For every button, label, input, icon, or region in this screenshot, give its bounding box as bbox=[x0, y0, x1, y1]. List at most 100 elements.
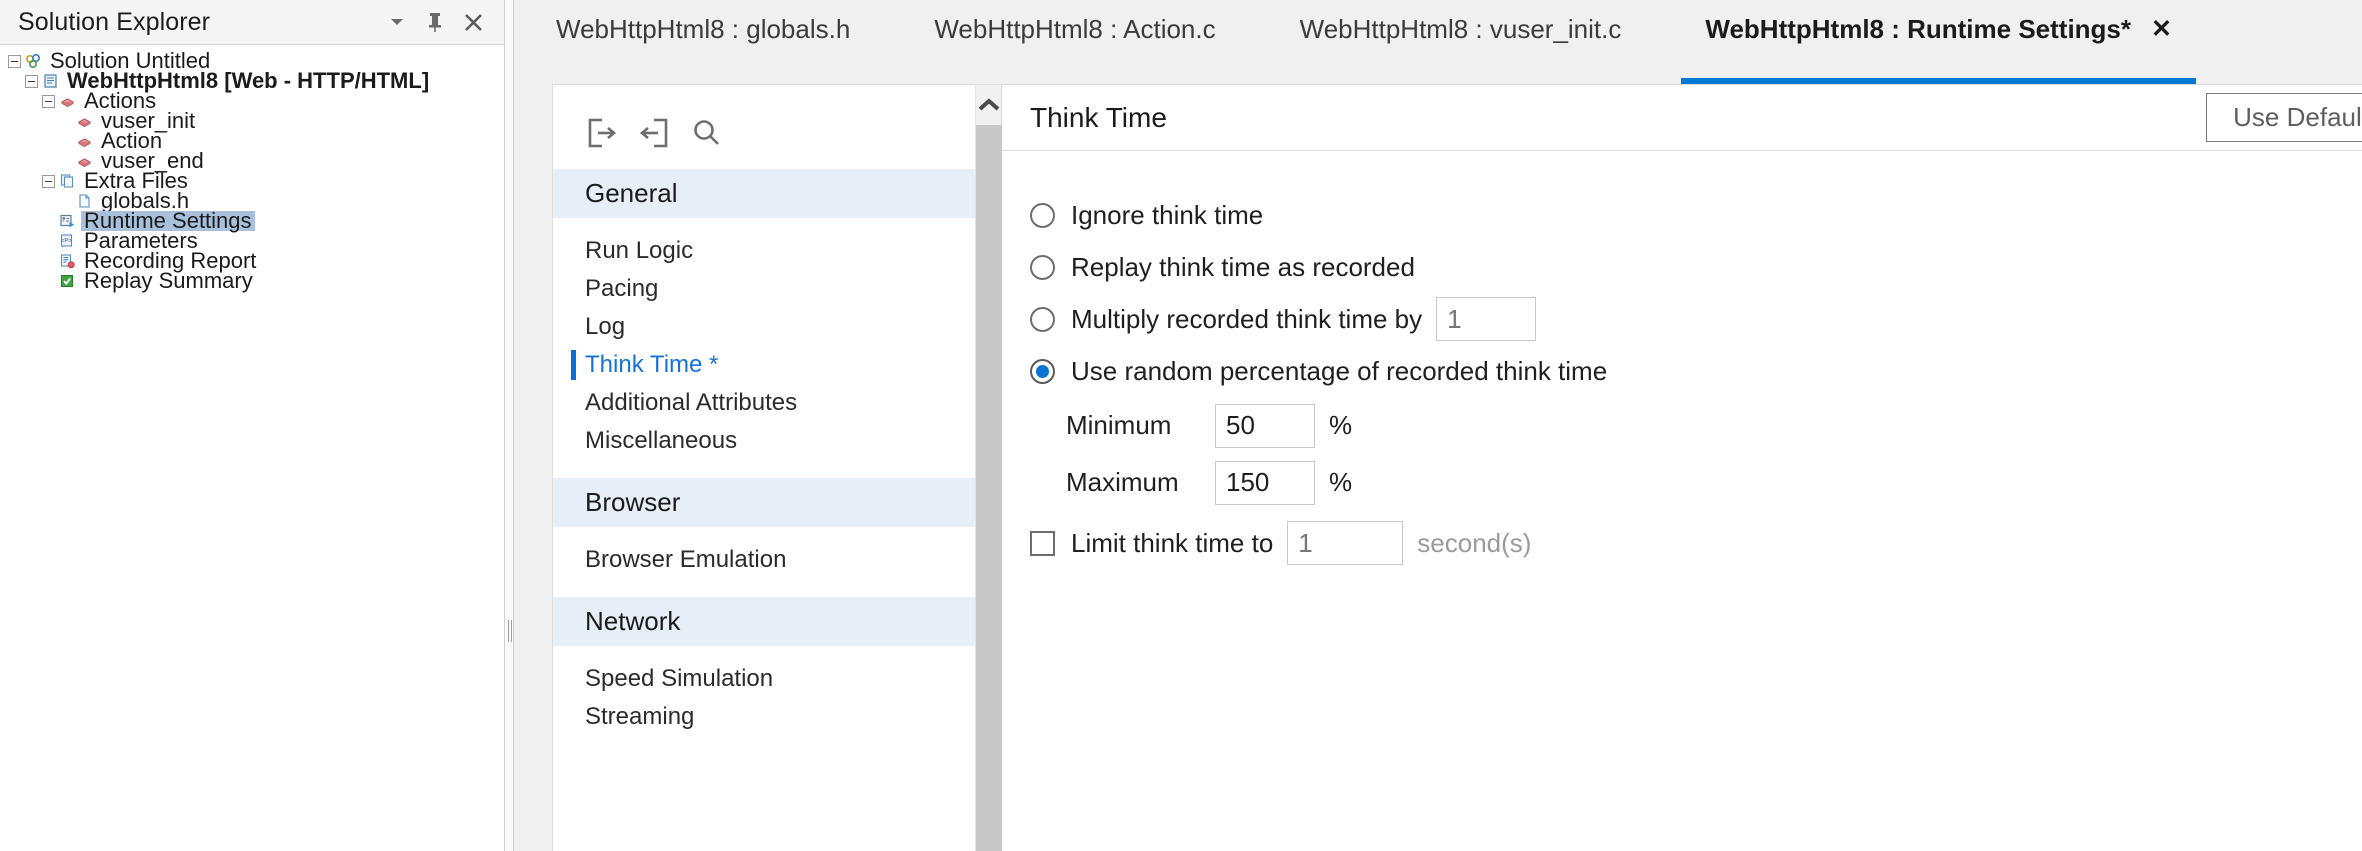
editor-tab-bar[interactable]: WebHttpHtml8 : globals.h WebHttpHtml8 : A… bbox=[514, 0, 2362, 85]
application-window: Solution Explorer Solution Untitled WebH… bbox=[0, 0, 2362, 851]
pane-header: Think Time Use Defaults bbox=[1002, 85, 2362, 151]
settings-nav-gap bbox=[553, 579, 1001, 597]
search-icon[interactable] bbox=[689, 116, 723, 150]
solution-tree[interactable]: Solution Untitled WebHttpHtml8 [Web - HTT… bbox=[0, 45, 504, 293]
tree-item-label: Replay Summary bbox=[84, 268, 253, 293]
splitter-grip-icon[interactable] bbox=[508, 620, 512, 642]
file-icon bbox=[76, 193, 93, 209]
replay-summary-icon bbox=[59, 273, 76, 289]
solution-explorer-panel: Solution Explorer Solution Untitled WebH… bbox=[0, 0, 505, 851]
tree-item[interactable]: Extra Files bbox=[0, 170, 504, 192]
tree-expander-collapse-icon[interactable] bbox=[42, 94, 55, 108]
script-icon bbox=[42, 73, 59, 89]
editor-tab-label: WebHttpHtml8 : globals.h bbox=[556, 14, 851, 44]
use-defaults-button[interactable]: Use Defaults bbox=[2206, 93, 2362, 142]
option-multiply-think-time[interactable]: Multiply recorded think time by bbox=[1030, 293, 2362, 345]
settings-nav-item[interactable]: Browser Emulation bbox=[553, 541, 1001, 579]
tree-item[interactable]: WebHttpHtml8 [Web - HTTP/HTML] bbox=[0, 70, 504, 92]
option-ignore-think-time[interactable]: Ignore think time bbox=[1030, 189, 2362, 241]
action-block-icon bbox=[76, 113, 93, 129]
tree-item[interactable]: Replay Summary bbox=[0, 268, 504, 293]
editor-tab[interactable]: WebHttpHtml8 : vuser_init.c bbox=[1258, 0, 1664, 85]
close-icon[interactable] bbox=[463, 12, 484, 33]
tree-expander-collapse-icon[interactable] bbox=[8, 54, 21, 68]
settings-nav-column: General Run Logic Pacing Log Think Time * Add… bbox=[553, 85, 1002, 851]
option-label: Ignore think time bbox=[1071, 199, 1264, 230]
extra-files-icon bbox=[59, 173, 76, 189]
limit-think-time-checkbox[interactable] bbox=[1030, 530, 1055, 556]
tree-item[interactable]: Action bbox=[0, 130, 504, 152]
settings-nav-scrollbar[interactable] bbox=[975, 85, 1002, 851]
pane-title: Think Time bbox=[1030, 101, 1167, 133]
maximum-label: Maximum bbox=[1066, 467, 1179, 497]
settings-nav-item[interactable]: Think Time * bbox=[553, 346, 1001, 384]
option-replay-as-recorded[interactable]: Replay think time as recorded bbox=[1030, 241, 2362, 293]
settings-nav-group[interactable]: Network bbox=[553, 597, 1001, 646]
scroll-up-chevron-icon[interactable] bbox=[976, 85, 1001, 125]
import-icon[interactable] bbox=[637, 116, 671, 150]
tab-close-icon[interactable]: ✕ bbox=[2151, 17, 2172, 42]
settings-nav-item[interactable]: Speed Simulation bbox=[553, 660, 1001, 698]
option-random-percentage[interactable]: Use random percentage of recorded think … bbox=[1030, 345, 2362, 397]
tree-item[interactable]: vuser_init bbox=[0, 110, 504, 132]
tree-expander-collapse-icon[interactable] bbox=[42, 174, 55, 188]
parameters-icon: <P> bbox=[59, 233, 76, 249]
settings-nav-item[interactable]: Log bbox=[553, 308, 1001, 346]
settings-nav-item[interactable]: Run Logic bbox=[553, 232, 1001, 270]
limit-think-time-label: Limit think time to bbox=[1071, 527, 1274, 558]
settings-nav-toolbar bbox=[553, 109, 1001, 157]
action-block-icon bbox=[76, 133, 93, 149]
radio-random-percentage[interactable] bbox=[1030, 358, 1055, 384]
svg-text:<P>: <P> bbox=[61, 239, 73, 245]
actions-icon bbox=[59, 93, 76, 109]
panel-header-icons bbox=[387, 11, 490, 33]
editor-tab-label: WebHttpHtml8 : vuser_init.c bbox=[1299, 14, 1622, 44]
multiply-factor-input[interactable] bbox=[1436, 297, 1537, 341]
tree-item[interactable]: vuser_end bbox=[0, 150, 504, 172]
solution-explorer-header: Solution Explorer bbox=[0, 0, 504, 45]
option-label: Multiply recorded think time by bbox=[1071, 303, 1423, 334]
editor-tab[interactable]: WebHttpHtml8 : globals.h bbox=[514, 0, 892, 85]
pane-body: Ignore think time Replay think time as r… bbox=[1002, 151, 2362, 569]
settings-nav-item[interactable]: Streaming bbox=[553, 698, 1001, 736]
export-icon[interactable] bbox=[585, 116, 619, 150]
chevron-down-icon[interactable] bbox=[387, 12, 407, 32]
tree-item[interactable]: Actions bbox=[0, 90, 504, 112]
settings-nav-item[interactable]: Additional Attributes bbox=[553, 384, 1001, 422]
settings-nav-item[interactable]: Miscellaneous bbox=[553, 422, 1001, 460]
runtime-settings-icon bbox=[59, 213, 76, 229]
limit-think-time-row[interactable]: Limit think time to second(s) bbox=[1030, 517, 2362, 569]
scrollbar-thumb[interactable] bbox=[976, 125, 1002, 851]
option-label: Use random percentage of recorded think … bbox=[1071, 355, 1608, 386]
panel-splitter[interactable] bbox=[505, 0, 514, 851]
radio-multiply-think-time[interactable] bbox=[1030, 306, 1055, 332]
editor-tab-label: WebHttpHtml8 : Runtime Settings* bbox=[1705, 14, 2132, 44]
limit-seconds-unit: second(s) bbox=[1417, 527, 1532, 558]
settings-nav-gap bbox=[553, 460, 1001, 478]
tree-item[interactable]: globals.h bbox=[0, 190, 504, 212]
minimum-row: Minimum % bbox=[1030, 397, 2362, 454]
settings-nav-item[interactable]: Pacing bbox=[553, 270, 1001, 308]
maximum-percent-unit: % bbox=[1329, 467, 1353, 497]
document-area: WebHttpHtml8 : globals.h WebHttpHtml8 : A… bbox=[514, 0, 2362, 851]
tree-expander-collapse-icon[interactable] bbox=[25, 74, 38, 88]
settings-nav-group[interactable]: Browser bbox=[553, 478, 1001, 527]
editor-tab[interactable]: WebHttpHtml8 : Action.c bbox=[892, 0, 1257, 85]
radio-replay-as-recorded[interactable] bbox=[1030, 254, 1055, 280]
think-time-pane: Think Time Use Defaults Ignore think tim… bbox=[1002, 85, 2362, 851]
page-title: Solution Explorer bbox=[18, 7, 211, 36]
limit-seconds-input[interactable] bbox=[1287, 521, 1404, 565]
maximum-percent-input[interactable] bbox=[1215, 460, 1315, 505]
minimum-percent-unit: % bbox=[1329, 410, 1353, 440]
radio-ignore-think-time[interactable] bbox=[1030, 202, 1055, 228]
settings-nav-group[interactable]: General bbox=[553, 169, 1001, 218]
runtime-settings-card: General Run Logic Pacing Log Think Time * Add… bbox=[552, 84, 2362, 851]
minimum-percent-input[interactable] bbox=[1215, 403, 1315, 448]
settings-nav-list[interactable]: General Run Logic Pacing Log Think Time * Add… bbox=[553, 169, 1001, 736]
tree-item[interactable]: Runtime Settings bbox=[0, 210, 504, 232]
pin-icon[interactable] bbox=[425, 11, 445, 33]
solution-icon bbox=[25, 53, 42, 69]
option-label: Replay think time as recorded bbox=[1071, 251, 1415, 282]
action-block-icon bbox=[76, 153, 93, 169]
editor-tab[interactable]: WebHttpHtml8 : Runtime Settings* ✕ bbox=[1663, 0, 2214, 85]
